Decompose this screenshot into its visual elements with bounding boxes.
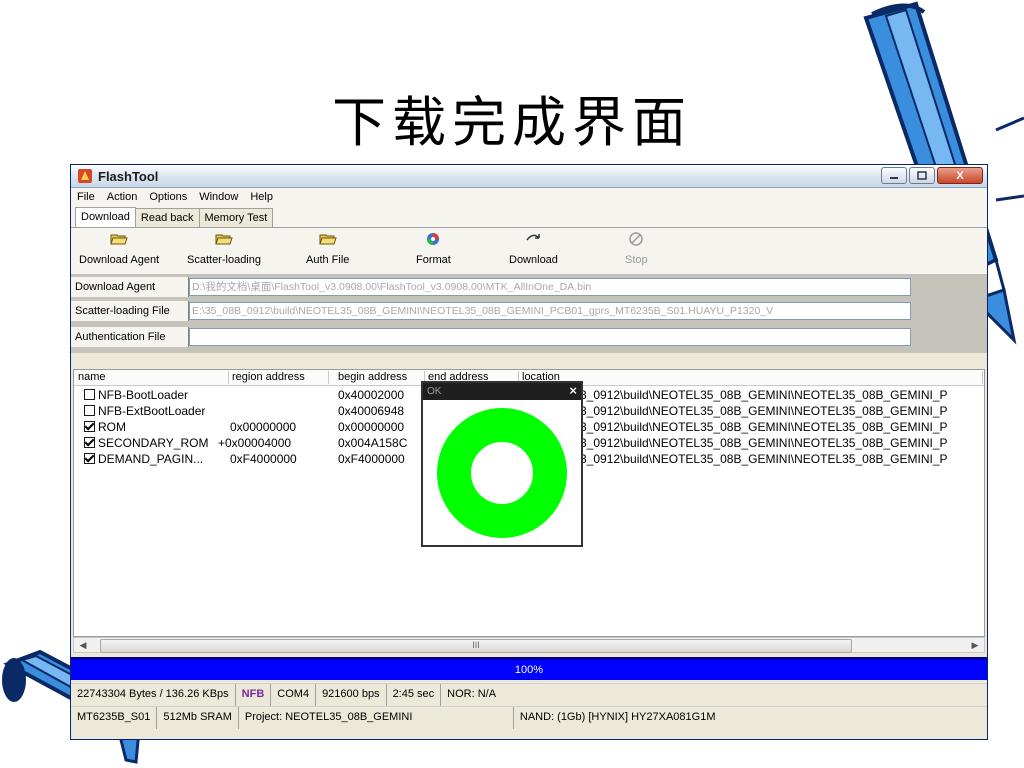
column-begin-address[interactable]: begin address <box>334 371 425 384</box>
authentication-row: Authentication File <box>71 327 911 347</box>
com-port: COM4 <box>271 684 317 706</box>
sram-info: 512Mb SRAM <box>157 707 239 729</box>
baud-rate: 921600 bps <box>316 684 387 706</box>
close-icon: X <box>956 169 964 182</box>
tab-download[interactable]: Download <box>75 207 136 227</box>
row-region: 0x00000000 <box>230 420 297 434</box>
row-name: NFB-ExtBootLoader <box>98 404 206 418</box>
status-bar-1: 22743304 Bytes / 136.26 KBps NFB COM4 92… <box>71 683 987 706</box>
authentication-path-field[interactable] <box>189 328 911 346</box>
column-name[interactable]: name <box>74 371 229 384</box>
nor-info: NOR: N/A <box>447 688 497 700</box>
row-begin: 0x00000000 <box>338 420 405 434</box>
progress-text: 100% <box>514 664 544 676</box>
download-button[interactable]: Download <box>509 232 558 266</box>
row-begin: 0xF4000000 <box>338 452 405 466</box>
row-location: 3_0912\build\NEOTEL35_08B_GEMINI\NEOTEL3… <box>580 436 948 450</box>
menu-file[interactable]: File <box>77 191 95 203</box>
success-ring-icon <box>437 408 567 538</box>
menu-action[interactable]: Action <box>107 191 138 203</box>
window-title: FlashTool <box>98 168 159 184</box>
row-name: ROM <box>98 420 126 434</box>
format-label: Format <box>416 254 451 266</box>
auth-file-label: Auth File <box>306 254 350 266</box>
auth-file-button[interactable]: Auth File <box>306 232 349 266</box>
format-button[interactable]: Format <box>416 232 451 266</box>
file-paths-panel: Download Agent D:\我的文档\桌面\FlashTool_v3.0… <box>71 275 987 353</box>
folder-open-icon <box>110 234 128 245</box>
menu-options[interactable]: Options <box>149 191 187 203</box>
download-arrow-icon <box>526 234 541 241</box>
nand-info: NAND: (1Gb) [HYNIX] HY27XA081G1M <box>519 711 716 723</box>
tab-read-back[interactable]: Read back <box>134 208 200 227</box>
ok-dialog-titlebar[interactable]: OK × <box>423 383 581 400</box>
download-label: Download <box>509 254 558 266</box>
row-name: SECONDARY_ROM <box>98 436 209 450</box>
format-disk-icon <box>427 233 440 245</box>
row-checkbox[interactable] <box>84 405 95 416</box>
ok-dialog-close-icon[interactable]: × <box>569 383 577 399</box>
download-progress-bar: 100% <box>71 657 987 680</box>
ok-dialog-title: OK <box>427 386 442 397</box>
minimize-icon <box>890 176 898 179</box>
project-name: Project: NEOTEL35_08B_GEMINI <box>239 707 514 729</box>
minimize-button[interactable] <box>881 167 907 184</box>
horizontal-scrollbar[interactable]: ◀ III ▶ <box>73 637 985 653</box>
toolbar: Download Agent Scatter-loading Auth File… <box>71 228 987 275</box>
scatter-loading-path-field[interactable]: E:\35_08B_0912\build\NEOTEL35_08B_GEMINI… <box>189 302 911 320</box>
folder-open-icon <box>215 234 233 245</box>
row-checkbox[interactable] <box>84 389 95 400</box>
elapsed-time: 2:45 sec <box>387 684 442 706</box>
column-location[interactable]: location <box>518 371 983 384</box>
menu-help[interactable]: Help <box>250 191 273 203</box>
row-location: 3_0912\build\NEOTEL35_08B_GEMINI\NEOTEL3… <box>580 420 948 434</box>
storage-type: NFB <box>236 684 272 706</box>
stop-label: Stop <box>625 254 648 266</box>
menu-bar: File Action Options Window Help <box>71 188 987 205</box>
row-name: NFB-BootLoader <box>98 388 189 402</box>
row-region: 0xF4000000 <box>230 452 297 466</box>
row-name: DEMAND_PAGIN... <box>98 452 204 466</box>
menu-window[interactable]: Window <box>199 191 238 203</box>
download-agent-path-field[interactable]: D:\我的文档\桌面\FlashTool_v3.0908.00\FlashToo… <box>189 278 911 296</box>
row-checkbox[interactable] <box>84 453 95 464</box>
scatter-loading-row: Scatter-loading File E:\35_08B_0912\buil… <box>71 301 911 321</box>
status-bar-2: MT6235B_S01 512Mb SRAM Project: NEOTEL35… <box>71 706 987 729</box>
chip-model: MT6235B_S01 <box>71 707 158 729</box>
maximize-icon <box>917 171 927 180</box>
transfer-rate: 22743304 Bytes / 136.26 KBps <box>71 684 236 706</box>
download-agent-field-label: Download Agent <box>71 277 189 297</box>
scatter-loading-field-label: Scatter-loading File <box>71 301 189 321</box>
close-button[interactable]: X <box>937 167 983 184</box>
row-begin: 0x40006948 <box>338 404 405 418</box>
stop-button[interactable]: Stop <box>625 232 648 266</box>
folder-open-icon <box>319 234 337 245</box>
window-titlebar[interactable]: FlashTool X <box>71 165 987 188</box>
scroll-right-icon[interactable]: ▶ <box>968 639 982 651</box>
download-agent-button[interactable]: Download Agent <box>79 232 159 266</box>
row-checkbox[interactable] <box>84 437 95 448</box>
row-begin: 0x40002000 <box>338 388 405 402</box>
row-location: 3_0912\build\NEOTEL35_08B_GEMINI\NEOTEL3… <box>580 404 948 418</box>
scatter-loading-button[interactable]: Scatter-loading <box>187 232 261 266</box>
download-agent-row: Download Agent D:\我的文档\桌面\FlashTool_v3.0… <box>71 277 911 297</box>
stop-icon <box>629 232 644 246</box>
column-region-address[interactable]: region address <box>228 371 329 384</box>
row-location: 3_0912\build\NEOTEL35_08B_GEMINI\NEOTEL3… <box>580 388 948 402</box>
tab-memory-test[interactable]: Memory Test <box>198 208 274 227</box>
row-location: 3_0912\build\NEOTEL35_08B_GEMINI\NEOTEL3… <box>580 452 948 466</box>
row-region: +0x00004000 <box>218 436 292 450</box>
maximize-button[interactable] <box>909 167 935 184</box>
scatter-loading-label: Scatter-loading <box>187 254 261 266</box>
tab-bar: Download Read back Memory Test <box>71 205 987 228</box>
flashtool-app-icon <box>78 169 92 183</box>
row-begin: 0x004A158C <box>338 436 408 450</box>
download-agent-label: Download Agent <box>79 254 160 266</box>
authentication-field-label: Authentication File <box>71 327 189 347</box>
scroll-left-icon[interactable]: ◀ <box>76 639 90 651</box>
flashtool-window: FlashTool X File Action Options Window H… <box>70 164 988 740</box>
row-checkbox[interactable] <box>84 421 95 432</box>
ok-dialog: OK × <box>421 381 583 547</box>
scrollbar-thumb[interactable]: III <box>100 639 852 653</box>
